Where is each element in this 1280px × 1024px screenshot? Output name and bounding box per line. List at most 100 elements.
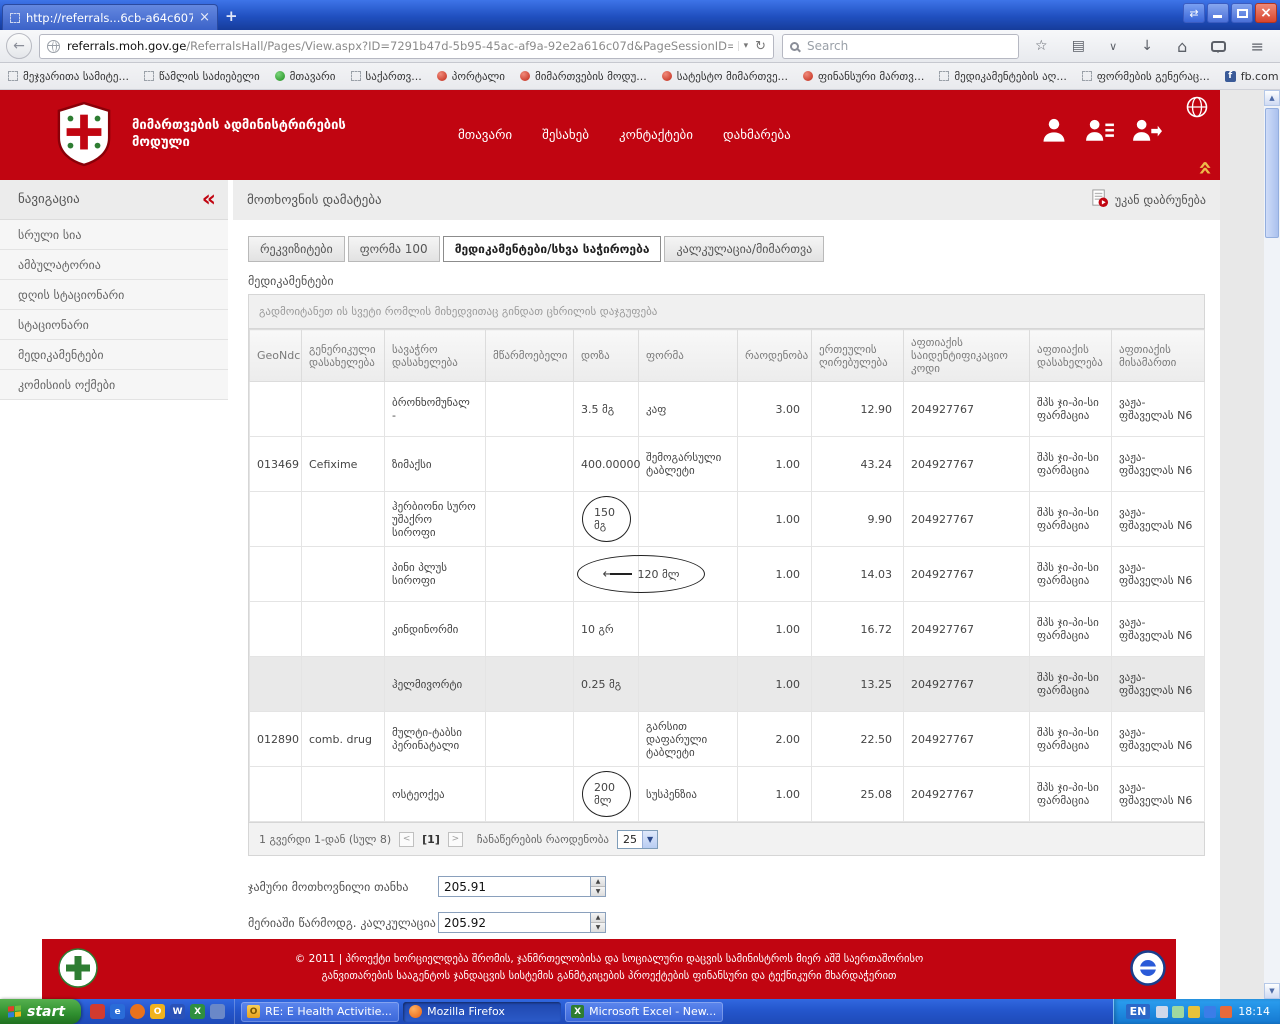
minimize-button[interactable] bbox=[1207, 3, 1229, 23]
column-header[interactable]: ერთეულის ღირებულება bbox=[812, 330, 904, 382]
bookmark-item[interactable]: სატესტო მიმართვე... bbox=[662, 70, 788, 83]
back-to-list-button[interactable]: უკან დაბრუნება bbox=[1090, 189, 1206, 211]
network-icon[interactable] bbox=[1172, 1006, 1184, 1018]
menu-icon[interactable]: ≡ bbox=[1251, 37, 1264, 56]
bookmark-item[interactable]: ფინანსური მართვ... bbox=[803, 70, 924, 83]
close-button[interactable]: × bbox=[1255, 3, 1277, 23]
spin-down-icon[interactable]: ▼ bbox=[591, 923, 605, 932]
scroll-down-icon[interactable]: ▼ bbox=[1264, 983, 1280, 999]
logout-icon[interactable] bbox=[1132, 116, 1162, 148]
url-bar[interactable]: referrals.moh.gov.ge /ReferralsHall/Page… bbox=[39, 34, 774, 59]
table-row[interactable]: 013469Cefiximeზიმაქსი400.00000შემოგარსულ… bbox=[250, 437, 1205, 492]
firefox-icon[interactable] bbox=[130, 1004, 145, 1019]
tab-1[interactable]: ფორმა 100 bbox=[348, 236, 440, 262]
volume-icon[interactable] bbox=[1156, 1006, 1168, 1018]
column-header[interactable]: რაოდენობა bbox=[738, 330, 812, 382]
header-nav-item-2[interactable]: კონტაქტები bbox=[619, 128, 693, 143]
windows-update-icon[interactable] bbox=[1204, 1006, 1216, 1018]
tab-0[interactable]: რეკვიზიტები bbox=[248, 236, 345, 262]
messenger-tray-icon[interactable] bbox=[1220, 1006, 1232, 1018]
table-row[interactable]: ჰერბიონი სურო უშაქრო სიროფი150 მგ1.009.9… bbox=[250, 492, 1205, 547]
bookmark-item[interactable]: მეჯვარითა სამიტე... bbox=[8, 70, 129, 83]
mayor-calc-input[interactable]: 205.92 ▲▼ bbox=[438, 912, 606, 933]
taskbar-task[interactable]: ORE: E Health Activitie... bbox=[241, 1002, 399, 1022]
language-indicator[interactable]: EN bbox=[1126, 1004, 1151, 1019]
search-bar[interactable]: Search bbox=[782, 34, 1019, 59]
taskbar-task[interactable]: Mozilla Firefox bbox=[403, 1002, 561, 1022]
user-list-icon[interactable] bbox=[1085, 116, 1115, 148]
bookmark-item[interactable]: მთავარი bbox=[275, 70, 336, 83]
column-header[interactable]: გენერიკული დასახელება bbox=[302, 330, 385, 382]
column-header[interactable]: აფთიაქის საიდენტიფიკაციო კოდი bbox=[904, 330, 1030, 382]
sidebar-item[interactable]: ამბულატორია bbox=[0, 250, 228, 280]
word-icon[interactable]: W bbox=[170, 1004, 185, 1019]
table-row[interactable]: კინდინორმი10 გრ1.0016.72204927767შპს ჯი-… bbox=[250, 602, 1205, 657]
total-requested-input[interactable]: 205.91 ▲▼ bbox=[438, 876, 606, 897]
sidebar-item[interactable]: სტაციონარი bbox=[0, 310, 228, 340]
sidebar-item[interactable]: დღის სტაციონარი bbox=[0, 280, 228, 310]
back-button[interactable]: ← bbox=[6, 33, 32, 59]
tab-2[interactable]: მედიკამენტები/სხვა საჭიროება bbox=[443, 236, 662, 262]
messenger-icon[interactable] bbox=[90, 1004, 105, 1019]
spin-up-icon[interactable]: ▲ bbox=[591, 877, 605, 887]
column-header[interactable]: დოზა bbox=[574, 330, 639, 382]
internet-explorer-icon[interactable]: e bbox=[110, 1004, 125, 1019]
bookmark-item[interactable]: ფორმების გენერაც... bbox=[1082, 70, 1210, 83]
table-row[interactable]: ბრონხომუნალ -3.5 მგკაფ3.0012.90204927767… bbox=[250, 382, 1205, 437]
chat-bubble-icon[interactable] bbox=[1211, 41, 1226, 52]
browser-tab[interactable]: http://referrals...6cb-a64c6078eb1a × bbox=[2, 4, 218, 30]
bookmark-item[interactable]: მედიკამენტების აღ... bbox=[939, 70, 1066, 83]
column-header[interactable]: აფთიაქის მისამართი bbox=[1112, 330, 1205, 382]
column-header[interactable]: აფთიაქის დასახელება bbox=[1030, 330, 1112, 382]
header-nav-item-0[interactable]: მთავარი bbox=[458, 128, 512, 143]
maximize-button[interactable] bbox=[1231, 3, 1253, 23]
table-row[interactable]: პინი პლუს სიროფი←120 მლ1.0014.0320492776… bbox=[250, 547, 1205, 602]
spin-up-icon[interactable]: ▲ bbox=[591, 913, 605, 923]
taskbar-task[interactable]: XMicrosoft Excel - New... bbox=[565, 1002, 723, 1022]
spin-down-icon[interactable]: ▼ bbox=[591, 887, 605, 896]
bookmark-star-icon[interactable]: ☆ bbox=[1035, 38, 1048, 54]
user-profile-icon[interactable] bbox=[1040, 116, 1068, 148]
tab-close-icon[interactable]: × bbox=[199, 10, 210, 25]
url-dropdown-icon[interactable]: ▾ bbox=[738, 41, 754, 51]
table-row[interactable]: ჰელმივორტი0.25 მგ1.0013.25204927767შპს ჯ… bbox=[250, 657, 1205, 712]
page-size-select[interactable]: 25 ▼ bbox=[617, 830, 658, 849]
bookmarks-menu-icon[interactable]: ▤ bbox=[1072, 38, 1085, 54]
scroll-up-icon[interactable]: ▲ bbox=[1264, 90, 1280, 106]
tab-groups-button[interactable]: ⇄ bbox=[1183, 3, 1205, 23]
bookmark-item[interactable]: პორტალი bbox=[437, 70, 505, 83]
sidebar-collapse-icon[interactable]: « bbox=[202, 189, 216, 211]
column-header[interactable]: სავაჭრო დასახელება bbox=[385, 330, 486, 382]
sidebar-item[interactable]: სრული სია bbox=[0, 220, 228, 250]
vertical-scrollbar[interactable]: ▲ ▼ bbox=[1264, 90, 1280, 999]
header-nav-item-1[interactable]: შესახებ bbox=[542, 128, 589, 143]
antivirus-shield-icon[interactable] bbox=[1188, 1006, 1200, 1018]
scroll-top-chevrons-icon[interactable]: « bbox=[1194, 160, 1218, 176]
downloads-icon[interactable]: ↓ bbox=[1141, 38, 1153, 54]
start-button[interactable]: start bbox=[0, 999, 81, 1024]
pager-prev-button[interactable]: < bbox=[399, 832, 414, 847]
table-row[interactable]: ოსტეოქეა200 მლსუსპენზია1.0025.0820492776… bbox=[250, 767, 1205, 822]
bookmark-item[interactable]: წამლის საძიებელი bbox=[144, 70, 260, 83]
table-row[interactable]: 012890comb. drugმულტი-ტაბსი პერინატალიგა… bbox=[250, 712, 1205, 767]
language-globe-icon[interactable] bbox=[1186, 96, 1208, 122]
tab-3[interactable]: კალკულაცია/მიმართვა bbox=[664, 236, 824, 262]
column-header[interactable]: GeoNdc bbox=[250, 330, 302, 382]
show-desktop-icon[interactable] bbox=[210, 1004, 225, 1019]
header-nav-item-3[interactable]: დახმარება bbox=[723, 128, 791, 143]
sidebar-item[interactable]: მედიკამენტები bbox=[0, 340, 228, 370]
new-tab-button[interactable]: + bbox=[225, 7, 238, 25]
bookmark-item[interactable]: საქართვ... bbox=[351, 70, 422, 83]
bookmark-item[interactable]: ffb.com bbox=[1225, 70, 1279, 83]
bookmark-item[interactable]: მიმართვების მოდუ... bbox=[520, 70, 647, 83]
reload-icon[interactable]: ↻ bbox=[753, 39, 766, 54]
home-icon[interactable]: ⌂ bbox=[1177, 37, 1187, 56]
pager-current-page[interactable]: [1] bbox=[422, 833, 440, 846]
column-header[interactable]: მწარმოებელი bbox=[486, 330, 574, 382]
pager-next-button[interactable]: > bbox=[448, 832, 463, 847]
outlook-icon[interactable]: O bbox=[150, 1004, 165, 1019]
scrollbar-thumb[interactable] bbox=[1265, 108, 1279, 238]
pocket-icon[interactable]: ∨ bbox=[1109, 40, 1117, 53]
column-header[interactable]: ფორმა bbox=[639, 330, 738, 382]
excel-icon[interactable]: X bbox=[190, 1004, 205, 1019]
